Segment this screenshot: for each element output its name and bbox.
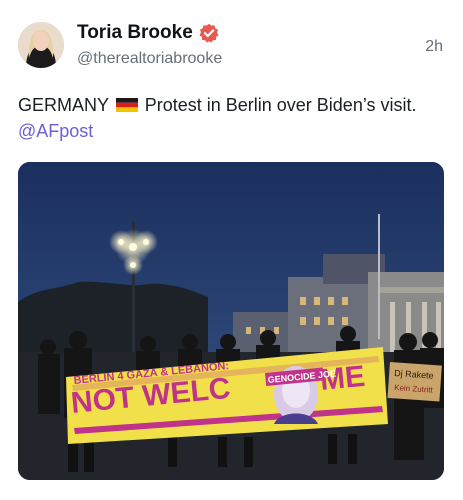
mention-link[interactable]: @AFpost (18, 121, 93, 141)
verified-icon (199, 23, 219, 43)
post-text: GERMANY Protest in Berlin over Biden’s v… (18, 92, 448, 144)
post-card[interactable]: Toria Brooke @therealtoriabrooke 2h GERM… (0, 0, 463, 500)
author-handle[interactable]: @therealtoriabrooke (77, 50, 463, 68)
post-timestamp[interactable]: 2h (425, 38, 443, 56)
post-header: Toria Brooke @therealtoriabrooke (77, 21, 463, 68)
germany-flag-icon (115, 93, 138, 112)
cardboard-sign: Dj Rakete Kein Zutritt (387, 362, 442, 402)
author-name[interactable]: Toria Brooke (77, 22, 193, 44)
post-text-lead: GERMANY (18, 95, 109, 115)
post-image[interactable]: BERLIN 4 GAZA & LEBANON: NOT WELC ME GEN… (18, 162, 444, 480)
post-text-body: Protest in Berlin over Biden’s visit. (144, 95, 417, 115)
profile-photo-icon (18, 22, 64, 68)
avatar[interactable] (18, 22, 64, 68)
